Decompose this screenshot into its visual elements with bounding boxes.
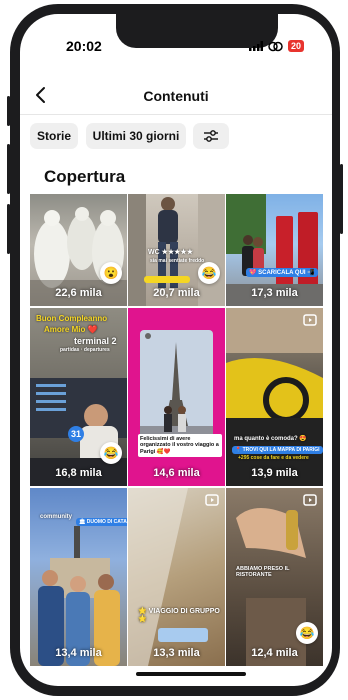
filter-settings-button[interactable]	[193, 123, 229, 149]
story-tile[interactable]: 😮 22,6 mila	[30, 194, 127, 306]
period-filter[interactable]: Ultimi 30 giorni	[86, 123, 186, 149]
reel-icon	[205, 493, 219, 511]
link-sticker: 📍 TROVI QUI LA MAPPA DI PARIGI	[232, 446, 323, 454]
header-divider	[20, 114, 332, 115]
power-button	[340, 164, 343, 234]
overlay-subtitle: sia mai sentiate freddo	[150, 258, 205, 264]
volume-up-button	[7, 144, 10, 194]
signal-icon	[248, 41, 263, 51]
view-count: 13,3 mila	[153, 647, 200, 659]
reel-icon	[303, 493, 317, 511]
mute-button	[7, 96, 10, 126]
screen: 20:02 20 Contenuti Storie Ultimi 30 gior…	[20, 14, 332, 686]
battery-icon: 20	[287, 40, 304, 52]
overlay-line-1: Buon Compleanno	[36, 314, 108, 323]
view-count: 17,3 mila	[251, 287, 298, 299]
view-count: 20,7 mila	[153, 287, 200, 299]
story-tile[interactable]: Buon Compleanno Amore Mio ❤️ terminal 2 …	[30, 308, 127, 486]
overlay-caption: Felicissimi di avere organizzato il vost…	[138, 434, 222, 457]
overlay-sticker	[144, 276, 190, 283]
story-thumbnail	[128, 488, 208, 666]
story-tile[interactable]: 💖 SCARICALA QUI 📲 17,3 mila	[226, 194, 323, 306]
overlay-line-2: Amore Mio ❤️	[44, 325, 98, 334]
overlay-subtitle: +295 cose da fare e da vedere	[238, 455, 309, 461]
view-count: 13,9 mila	[251, 467, 298, 479]
reaction-emoji: 😂	[100, 442, 122, 464]
home-indicator	[136, 672, 246, 676]
reaction-emoji: 😮	[100, 262, 122, 284]
period-label: Ultimi 30 giorni	[92, 129, 180, 143]
content-type-filter[interactable]: Storie	[30, 123, 78, 149]
view-count: 13,4 mila	[55, 647, 102, 659]
overlay-line-3: terminal 2	[74, 336, 117, 346]
overlay-title: 🌟 VIAGGIO DI GRUPPO 🌟	[138, 608, 220, 624]
story-tile[interactable]: Felicissimi di avere organizzato il vost…	[128, 308, 225, 486]
volume-down-button	[7, 204, 10, 254]
stories-grid: 😮 22,6 mila WC ★★★★★ sia mai sentiate fr…	[30, 194, 323, 666]
reel-icon	[303, 313, 317, 331]
page-title: Contenuti	[143, 88, 209, 104]
view-count: 12,4 mila	[251, 647, 298, 659]
overlay-title: WC ★★★★★	[148, 249, 193, 256]
wifi-icon	[268, 41, 283, 51]
status-icons: 20	[248, 40, 304, 52]
section-title: Copertura	[44, 167, 126, 186]
story-tile[interactable]: community 🏛 DUOMO DI CATANIA 13,4 mila	[30, 488, 127, 666]
filter-sliders-icon	[204, 130, 218, 142]
location-sticker: 🏛 DUOMO DI CATANIA	[76, 518, 127, 526]
status-time: 20:02	[66, 38, 102, 54]
overlay-line-4: partidas · departures	[60, 347, 110, 353]
link-sticker: 💖 SCARICALA QUI 📲	[246, 268, 318, 277]
story-tile[interactable]: 🌟 VIAGGIO DI GRUPPO 🌟 13,3 mila	[128, 488, 225, 666]
content-type-label: Storie	[36, 129, 71, 143]
view-count: 14,6 mila	[153, 467, 200, 479]
overlay-title: ABBIAMO PRESO IL RISTORANTE	[236, 566, 290, 579]
view-count: 22,6 mila	[55, 287, 102, 299]
reaction-emoji: 😂	[296, 622, 318, 644]
overlay-line-1: community	[40, 514, 73, 520]
story-tile[interactable]: ABBIAMO PRESO IL RISTORANTE 😂 12,4 mila	[226, 488, 323, 666]
story-tile[interactable]: ma quanto è comoda? 😍 📍 TROVI QUI LA MAP…	[226, 308, 323, 486]
story-thumbnail	[140, 330, 213, 450]
reaction-emoji: 😂	[198, 262, 220, 284]
overlay-line-1: ma quanto è comoda? 😍	[234, 436, 307, 442]
date-badge: 31	[68, 426, 84, 442]
view-count: 16,8 mila	[55, 467, 102, 479]
story-tile[interactable]: WC ★★★★★ sia mai sentiate freddo 😂 20,7 …	[128, 194, 225, 306]
